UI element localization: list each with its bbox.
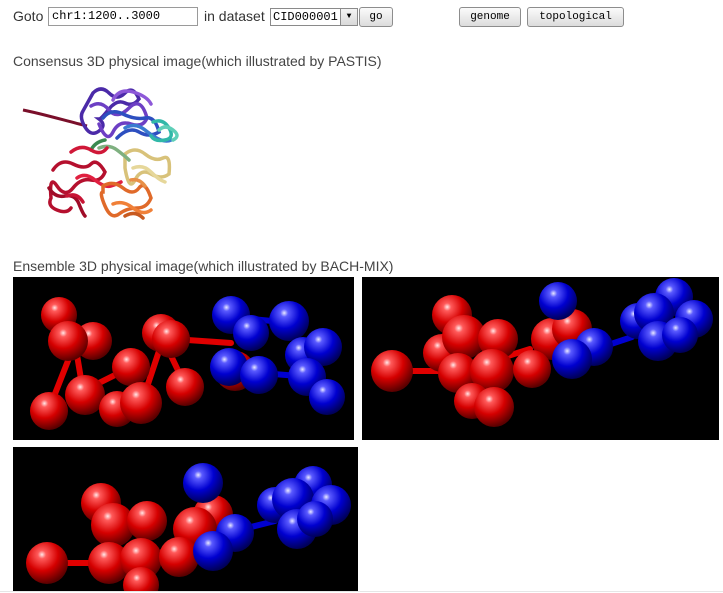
go-button[interactable]: go <box>359 7 393 27</box>
chevron-down-icon[interactable]: ▼ <box>340 9 357 25</box>
consensus-3d-image <box>13 78 188 235</box>
goto-label: Goto <box>13 8 44 24</box>
ensemble-title: Ensemble 3D physical image(which illustr… <box>13 258 394 274</box>
ensemble-image-3 <box>13 447 358 591</box>
dataset-select-value: CID000001 <box>273 10 338 24</box>
dataset-label: in dataset <box>204 8 265 24</box>
genome-button[interactable]: genome <box>459 7 521 27</box>
topological-button[interactable]: topological <box>527 7 624 27</box>
goto-input[interactable]: chr1:1200..3000 <box>48 7 198 26</box>
bottom-divider <box>0 591 723 592</box>
toolbar: Goto chr1:1200..3000 in dataset CID00000… <box>0 0 723 34</box>
ensemble-image-1 <box>13 277 354 440</box>
ensemble-image-2 <box>362 277 719 440</box>
consensus-title: Consensus 3D physical image(which illust… <box>13 53 382 69</box>
dataset-select[interactable]: CID000001 ▼ <box>270 8 358 26</box>
